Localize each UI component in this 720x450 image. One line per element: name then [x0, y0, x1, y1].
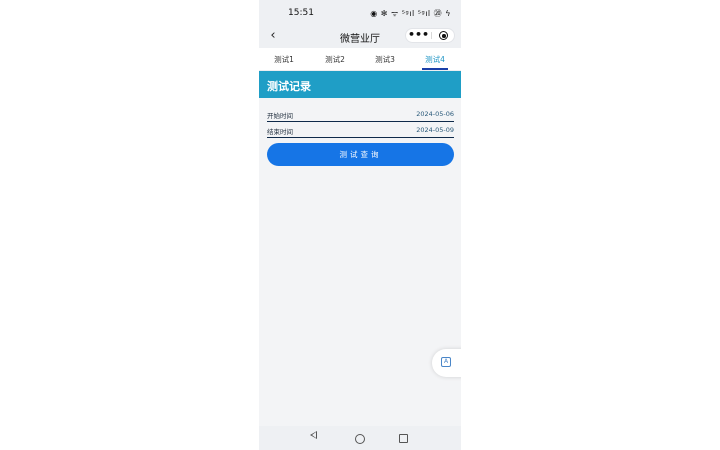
status-time: 15:51: [288, 8, 314, 18]
more-button[interactable]: •••: [406, 29, 431, 42]
system-back-icon[interactable]: [310, 431, 317, 439]
start-date-field[interactable]: 开始时间 2024-05-06: [267, 107, 454, 122]
floating-scan-button[interactable]: A: [432, 349, 461, 377]
section-title: 测试记录: [267, 80, 311, 93]
tab-test-1[interactable]: 测试1: [259, 54, 309, 65]
start-date-label: 开始时间: [267, 112, 293, 120]
section-banner: 测试记录: [259, 71, 461, 98]
end-date-field[interactable]: 结束时间 2024-05-09: [267, 123, 454, 138]
end-date-value: 2024-05-09: [416, 126, 454, 134]
tab-test-2[interactable]: 测试2: [310, 54, 360, 65]
close-mini-program-button[interactable]: [432, 29, 455, 42]
tab-bar: 测试1 测试2 测试3 测试4: [259, 48, 461, 71]
system-recents-icon[interactable]: [399, 434, 408, 443]
phone-screen: 15:51 ◉ ✻ ᯤ ⁵ᵍıl ⁵ᵍıl ⑳ ϟ ‹ 微营业厅 ••• 测试1…: [259, 0, 461, 450]
start-date-value: 2024-05-06: [416, 110, 454, 118]
status-bar: 15:51 ◉ ✻ ᯤ ⁵ᵍıl ⁵ᵍıl ⑳ ϟ: [259, 0, 461, 26]
tab-test-4[interactable]: 测试4: [410, 54, 460, 65]
nav-bar: ‹ 微营业厅 •••: [259, 26, 461, 48]
target-icon-dot: [442, 34, 446, 38]
end-date-label: 结束时间: [267, 128, 293, 136]
active-tab-indicator: [422, 68, 448, 70]
system-navigation-bar: [259, 426, 461, 450]
query-button[interactable]: 测试查询: [267, 143, 454, 166]
mini-program-capsule: •••: [405, 28, 455, 43]
tab-test-3[interactable]: 测试3: [360, 54, 410, 65]
system-home-icon[interactable]: [355, 434, 365, 444]
status-icons: ◉ ✻ ᯤ ⁵ᵍıl ⁵ᵍıl ⑳ ϟ: [370, 9, 451, 18]
scan-text-icon: A: [441, 357, 451, 367]
